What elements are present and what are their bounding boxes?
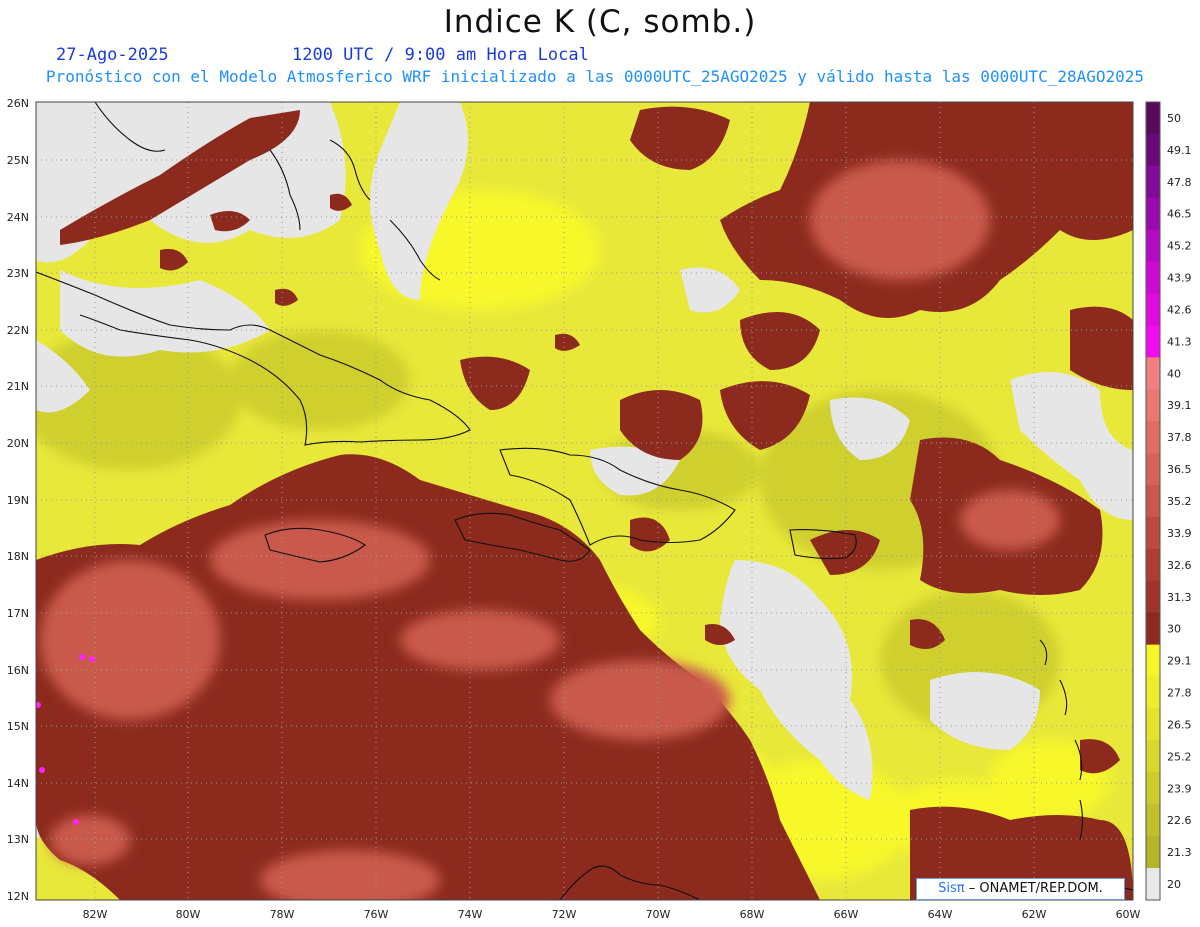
colorbar-swatch xyxy=(1146,644,1160,678)
colorbar-label: 35.2 xyxy=(1167,495,1192,508)
colorbar-label: 50 xyxy=(1167,112,1181,125)
lat-label: 16N xyxy=(7,664,29,677)
colorbar-swatch xyxy=(1146,548,1160,582)
lat-label: 24N xyxy=(7,211,29,224)
colorbar-swatch xyxy=(1146,261,1160,295)
colorbar-swatch xyxy=(1146,102,1160,135)
colorbar-swatch xyxy=(1146,325,1160,358)
colorbar-label: 36.5 xyxy=(1167,463,1192,476)
lon-label: 72W xyxy=(552,908,577,921)
colorbar: 50 49.1 47.8 46.5 45.2 43.9 42.6 41.3 40 39.1 37.8… xyxy=(1145,101,1192,901)
lon-label: 80W xyxy=(176,908,201,921)
lat-label: 19N xyxy=(7,494,29,507)
colorbar-swatch xyxy=(1146,676,1160,709)
colorbar-swatch xyxy=(1146,612,1160,646)
lat-label: 22N xyxy=(7,324,29,337)
colorbar-label: 40 xyxy=(1167,367,1181,380)
colorbar-swatch xyxy=(1146,580,1160,614)
lat-label: 12N xyxy=(7,890,29,903)
colorbar-swatch xyxy=(1146,421,1160,454)
colorbar-swatch xyxy=(1146,804,1160,837)
colorbar-label: 45.2 xyxy=(1167,240,1192,253)
colorbar-label: 22.6 xyxy=(1167,814,1192,827)
lon-label: 64W xyxy=(928,908,953,921)
colorbar-label: 42.6 xyxy=(1167,303,1192,316)
colorbar-swatch xyxy=(1146,389,1160,422)
lon-label: 66W xyxy=(834,908,859,921)
colorbar-label: 26.5 xyxy=(1167,718,1192,731)
weather-map: 26N 25N 24N 23N 22N 21N 20N 19N 18N 17N … xyxy=(7,97,1192,921)
colorbar-swatch xyxy=(1146,485,1160,518)
colorbar-swatch xyxy=(1146,229,1160,263)
colorbar-swatch xyxy=(1146,740,1160,773)
lat-label: 18N xyxy=(7,550,29,563)
lat-label: 23N xyxy=(7,267,29,280)
colorbar-swatch xyxy=(1146,708,1160,741)
colorbar-label: 30 xyxy=(1167,623,1181,636)
lon-label: 70W xyxy=(646,908,671,921)
colorbar-label: 43.9 xyxy=(1167,272,1192,285)
colorbar-swatch xyxy=(1146,357,1160,390)
lon-label: 82W xyxy=(83,908,108,921)
colorbar-label: 29.1 xyxy=(1167,655,1192,668)
lon-label: 60W xyxy=(1116,908,1141,921)
lat-label: 15N xyxy=(7,720,29,733)
colorbar-label: 32.6 xyxy=(1167,559,1192,572)
colorbar-label: 27.8 xyxy=(1167,687,1192,700)
colorbar-swatch xyxy=(1146,453,1160,486)
colorbar-label: 39.1 xyxy=(1167,399,1192,412)
colorbar-label: 41.3 xyxy=(1167,335,1192,348)
lon-label: 68W xyxy=(740,908,765,921)
colorbar-label: 20 xyxy=(1167,878,1181,891)
lat-label: 26N xyxy=(7,97,29,110)
colorbar-label: 21.3 xyxy=(1167,846,1192,859)
colorbar-swatch xyxy=(1146,197,1160,231)
longitude-labels: 82W 80W 78W 76W 74W 72W 70W 68W 66W 64W … xyxy=(83,908,1141,921)
colorbar-swatch xyxy=(1146,516,1160,550)
credit-box: Sisπ – ONAMET/REP.DOM. xyxy=(916,878,1125,900)
lat-label: 17N xyxy=(7,607,29,620)
colorbar-label: 23.9 xyxy=(1167,782,1192,795)
colorbar-swatch xyxy=(1146,836,1160,869)
colorbar-label: 31.3 xyxy=(1167,591,1192,604)
latitude-labels: 26N 25N 24N 23N 22N 21N 20N 19N 18N 17N … xyxy=(7,97,29,903)
lat-label: 20N xyxy=(7,437,29,450)
colorbar-label: 49.1 xyxy=(1167,144,1192,157)
lat-label: 14N xyxy=(7,777,29,790)
colorbar-label: 33.9 xyxy=(1167,527,1192,540)
colorbar-label: 37.8 xyxy=(1167,431,1192,444)
colorbar-swatch xyxy=(1146,772,1160,805)
colorbar-swatch xyxy=(1146,293,1160,326)
colorbar-label: 25.2 xyxy=(1167,750,1192,763)
lat-label: 25N xyxy=(7,154,29,167)
colorbar-label: 47.8 xyxy=(1167,176,1192,189)
colorbar-swatch xyxy=(1146,165,1160,199)
colorbar-swatch xyxy=(1146,868,1160,901)
lon-label: 78W xyxy=(270,908,295,921)
lat-label: 13N xyxy=(7,833,29,846)
colorbar-swatch xyxy=(1146,133,1160,167)
lon-label: 74W xyxy=(458,908,483,921)
credit-brand: Sisπ xyxy=(938,881,965,896)
lat-label: 21N xyxy=(7,380,29,393)
credit-org: – ONAMET/REP.DOM. xyxy=(968,881,1103,896)
lon-label: 76W xyxy=(364,908,389,921)
lon-label: 62W xyxy=(1022,908,1047,921)
colorbar-label: 46.5 xyxy=(1167,208,1192,221)
